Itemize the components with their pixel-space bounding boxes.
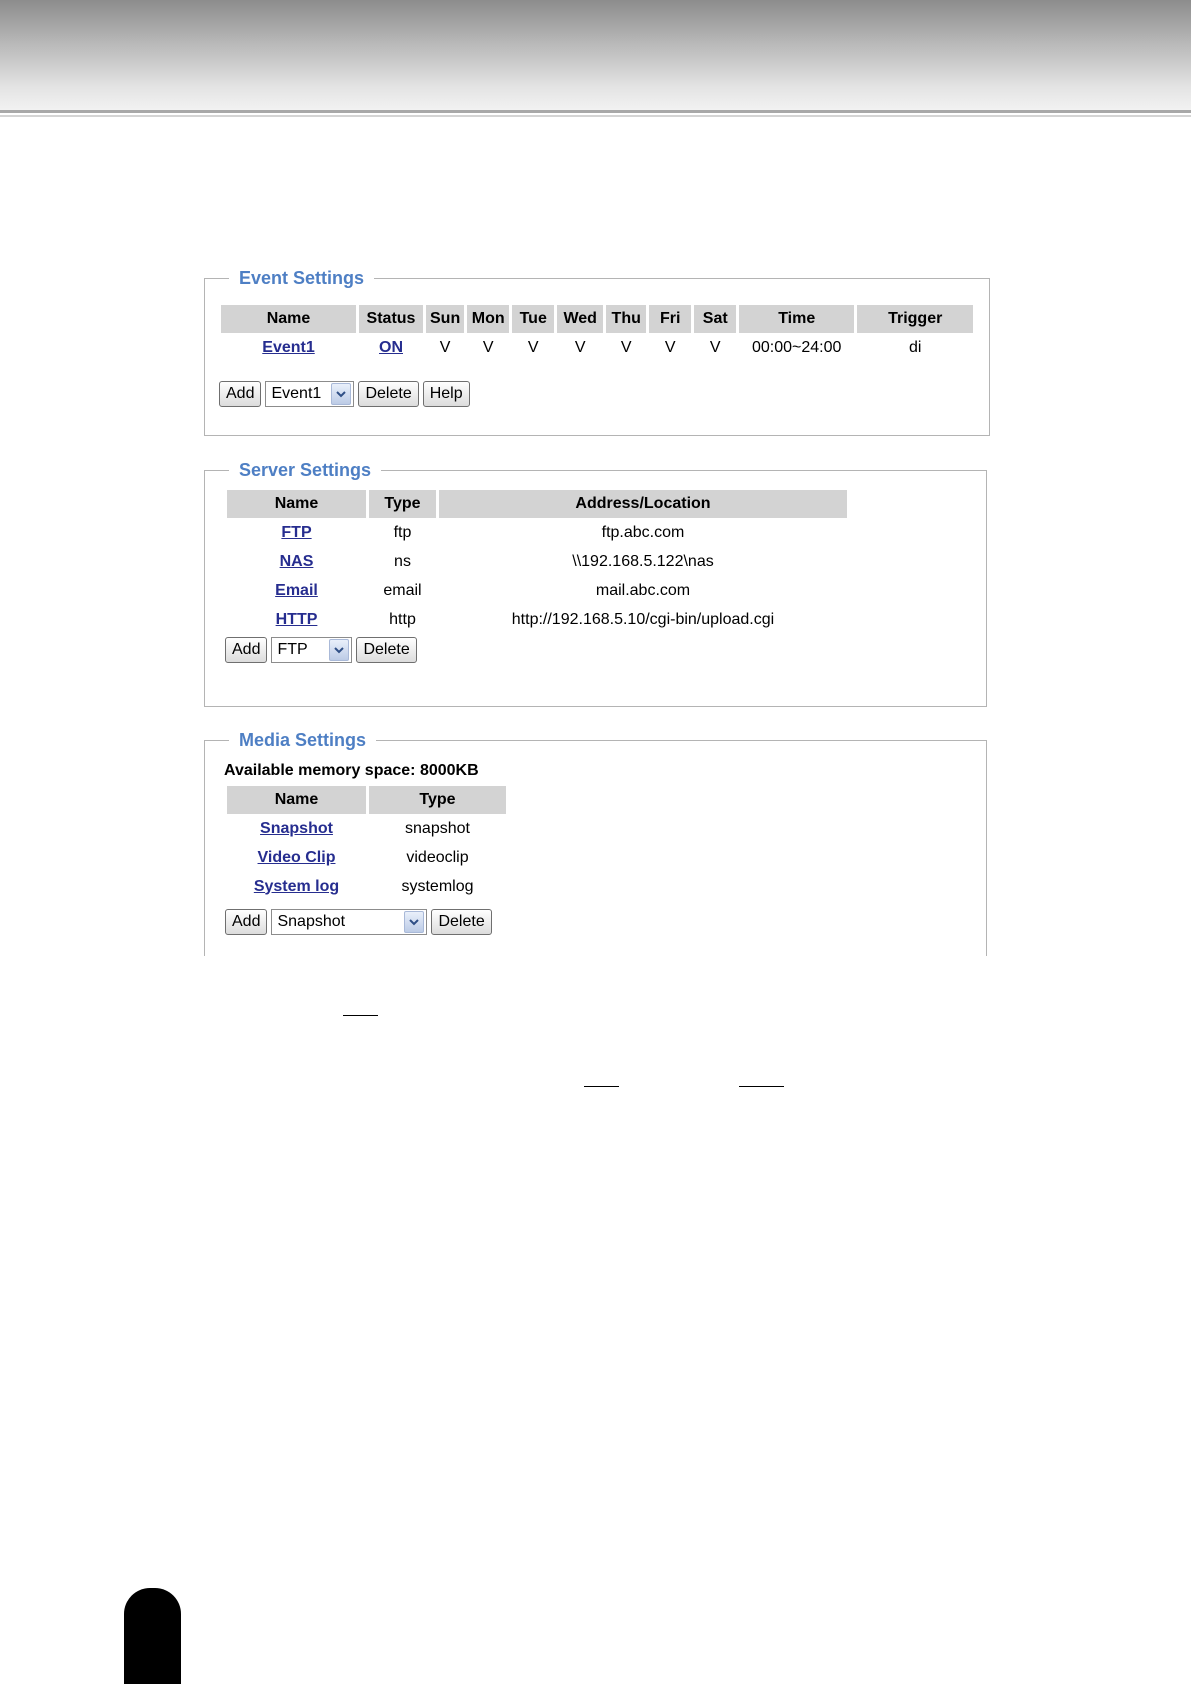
- col-trigger: Trigger: [857, 305, 974, 333]
- col-type: Type: [369, 786, 506, 814]
- cell-mon: V: [482, 338, 494, 356]
- cell-type: ftp: [393, 523, 412, 541]
- chevron-down-icon[interactable]: [329, 639, 350, 661]
- server-http-link[interactable]: HTTP: [276, 611, 318, 628]
- media-actions: Add Snapshot Delete: [225, 909, 492, 935]
- server-delete-button[interactable]: Delete: [356, 637, 417, 663]
- page-header-band: [0, 0, 1191, 117]
- server-actions: Add FTP Delete: [225, 637, 417, 663]
- event-help-button[interactable]: Help: [422, 381, 470, 407]
- table-row: FTP ftp ftp.abc.com: [227, 518, 847, 547]
- cell-wed: V: [574, 338, 586, 356]
- cell-type: ns: [394, 552, 411, 570]
- chevron-down-icon[interactable]: [404, 911, 425, 933]
- col-sat: Sat: [694, 305, 737, 333]
- table-row: System log systemlog: [227, 872, 506, 901]
- event-settings-legend: Event Settings: [239, 268, 365, 288]
- cell-type: systemlog: [401, 877, 474, 895]
- col-name: Name: [221, 305, 356, 333]
- cell-sat: V: [709, 338, 721, 356]
- cell-type: videoclip: [406, 848, 469, 866]
- table-row: Snapshot snapshot: [227, 814, 506, 843]
- cell-address: mail.abc.com: [595, 581, 691, 599]
- cell-fri: V: [664, 338, 676, 356]
- event-status-link[interactable]: ON: [379, 339, 403, 356]
- cell-address: \\192.168.5.122\nas: [572, 552, 714, 570]
- event-table: Name Status Sun Mon Tue Wed Thu Fri Sat …: [218, 305, 976, 362]
- col-fri: Fri: [649, 305, 692, 333]
- media-videoclip-link[interactable]: Video Clip: [258, 849, 336, 866]
- cell-sun: V: [439, 338, 451, 356]
- table-row: Video Clip videoclip: [227, 843, 506, 872]
- media-select[interactable]: Snapshot: [271, 909, 428, 935]
- media-add-button[interactable]: Add: [225, 909, 268, 935]
- cell-thu: V: [620, 338, 632, 356]
- col-address: Address/Location: [439, 490, 847, 518]
- table-row: Email email mail.abc.com: [227, 576, 847, 605]
- server-add-button[interactable]: Add: [225, 637, 268, 663]
- event-delete-button[interactable]: Delete: [358, 381, 419, 407]
- event-name-link[interactable]: Event1: [262, 339, 314, 356]
- col-name: Name: [227, 490, 366, 518]
- server-select-value: FTP: [277, 641, 308, 658]
- cell-tue: V: [527, 338, 539, 356]
- media-table: Name Type Snapshot snapshot Video Clip v…: [224, 786, 509, 901]
- server-settings-legend: Server Settings: [239, 460, 372, 480]
- table-row: NAS ns \\192.168.5.122\nas: [227, 547, 847, 576]
- col-wed: Wed: [557, 305, 604, 333]
- server-ftp-link[interactable]: FTP: [281, 524, 311, 541]
- table-row: Event1 ON V V V V V V V 00:00~24:00 di: [221, 333, 973, 362]
- col-time: Time: [739, 305, 855, 333]
- col-mon: Mon: [467, 305, 510, 333]
- cell-trigger: di: [908, 338, 922, 356]
- col-thu: Thu: [606, 305, 647, 333]
- server-table: Name Type Address/Location FTP ftp ftp.a…: [224, 490, 850, 634]
- col-tue: Tue: [512, 305, 555, 333]
- underline-mark: [343, 1015, 378, 1016]
- table-row: HTTP http http://192.168.5.10/cgi-bin/up…: [227, 605, 847, 634]
- server-select[interactable]: FTP: [271, 637, 353, 663]
- event-actions: Add Event1 Delete Help: [219, 381, 470, 407]
- memory-space-label: Available memory space: 8000KB: [224, 762, 479, 779]
- server-email-link[interactable]: Email: [275, 582, 318, 599]
- media-snapshot-link[interactable]: Snapshot: [260, 820, 333, 837]
- event-select-value: Event1: [271, 385, 322, 402]
- col-sun: Sun: [426, 305, 465, 333]
- cell-type: email: [383, 581, 422, 599]
- cell-address: ftp.abc.com: [601, 523, 685, 541]
- server-nas-link[interactable]: NAS: [280, 553, 314, 570]
- media-select-value: Snapshot: [277, 913, 346, 930]
- event-select[interactable]: Event1: [265, 381, 355, 407]
- col-type: Type: [369, 490, 436, 518]
- underline-mark: [584, 1086, 619, 1087]
- media-systemlog-link[interactable]: System log: [254, 878, 339, 895]
- media-settings-legend: Media Settings: [239, 730, 367, 750]
- event-add-button[interactable]: Add: [219, 381, 262, 407]
- chevron-down-icon[interactable]: [331, 383, 352, 405]
- underline-mark: [739, 1086, 784, 1087]
- cell-type: http: [389, 610, 416, 628]
- cell-time: 00:00~24:00: [752, 338, 842, 356]
- cell-address: http://192.168.5.10/cgi-bin/upload.cgi: [511, 610, 775, 628]
- media-delete-button[interactable]: Delete: [431, 909, 492, 935]
- col-name: Name: [227, 786, 366, 814]
- cell-type: snapshot: [405, 819, 470, 837]
- col-status: Status: [359, 305, 423, 333]
- page-tab-marker: [124, 1588, 181, 1684]
